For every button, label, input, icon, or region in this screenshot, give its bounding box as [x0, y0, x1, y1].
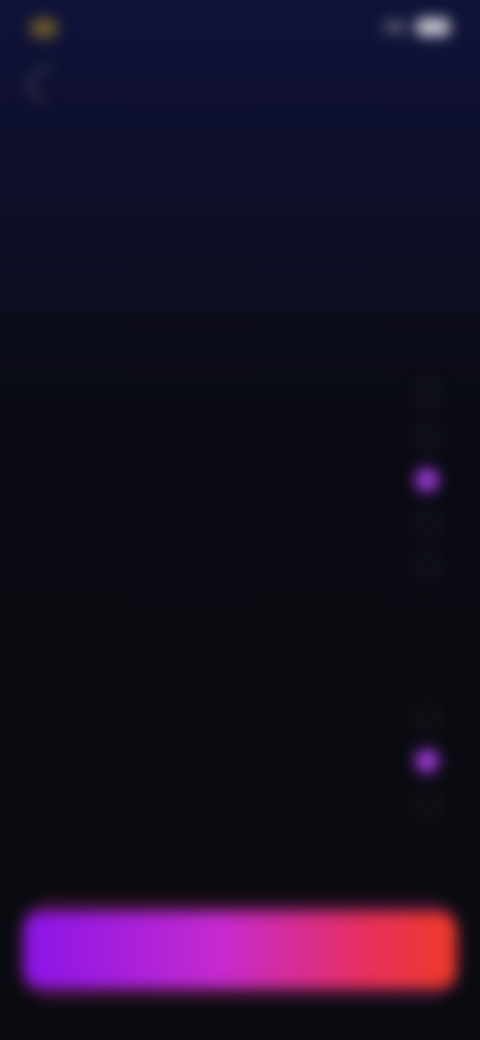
status-icons [384, 18, 450, 36]
option-item[interactable] [40, 415, 440, 458]
continue-button[interactable] [24, 912, 456, 988]
back-arrow-icon[interactable] [23, 61, 67, 105]
radio-button[interactable] [414, 380, 440, 407]
radio-button[interactable] [414, 509, 440, 536]
blurred-content [0, 0, 480, 1040]
radio-button-selected[interactable] [414, 747, 440, 774]
radio-button[interactable] [414, 790, 440, 817]
radio-button-selected[interactable] [414, 466, 440, 493]
option-item[interactable] [40, 782, 440, 825]
signal-icon [384, 21, 406, 33]
option-item[interactable] [40, 458, 440, 501]
battery-icon [416, 18, 450, 36]
question-section-1 [40, 356, 440, 587]
status-bar [0, 0, 480, 56]
option-item[interactable] [40, 739, 440, 782]
option-item[interactable] [40, 696, 440, 739]
carrier-indicator [30, 18, 58, 38]
option-item[interactable] [40, 544, 440, 587]
app-screen [0, 0, 480, 1040]
radio-button[interactable] [414, 552, 440, 579]
radio-button[interactable] [414, 423, 440, 450]
option-item[interactable] [40, 501, 440, 544]
radio-button[interactable] [414, 704, 440, 731]
option-item[interactable] [40, 372, 440, 415]
question-section-2 [40, 682, 440, 825]
